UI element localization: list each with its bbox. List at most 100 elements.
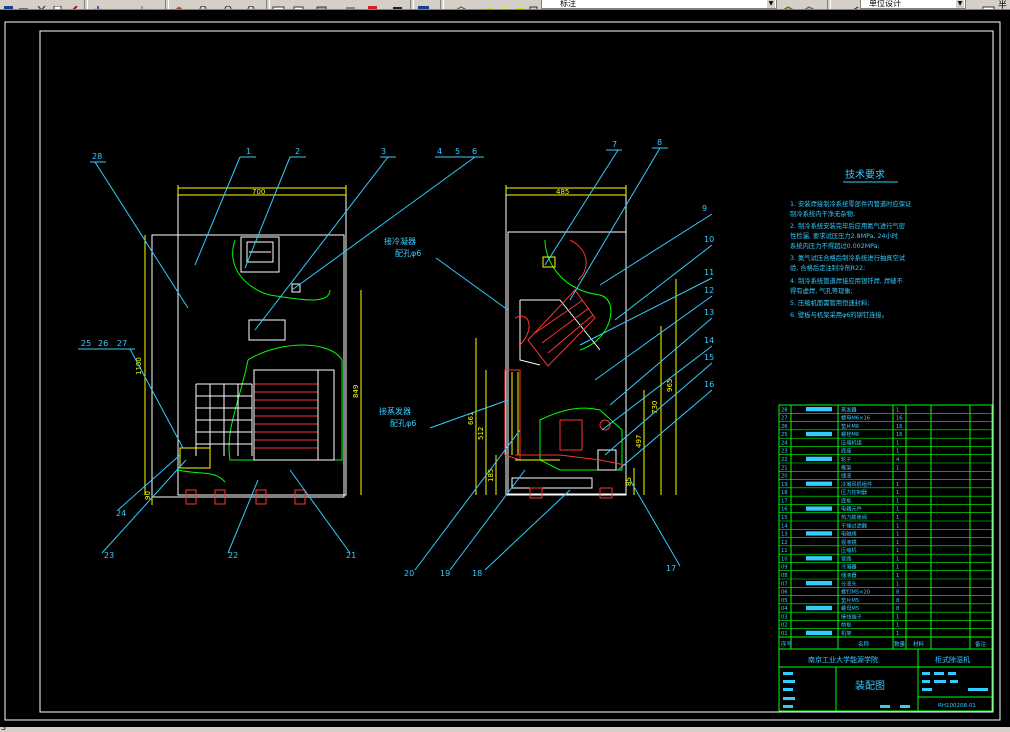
side-dim-85: 85: [625, 477, 633, 486]
zoom-window-icon[interactable]: [223, 0, 236, 9]
bom-cell-name: 电磁阀: [841, 530, 857, 538]
bom-cell-no: 20: [781, 474, 788, 480]
layer-combo[interactable]: 标注 ▼: [541, 0, 777, 9]
dim-style-icon[interactable]: [846, 0, 859, 9]
side-leader-16: 16: [704, 380, 714, 389]
bom-cell-marker: [806, 531, 832, 536]
tech-line-8: 4. 制冷系统管道焊接应用银钎焊, 焊缝不: [790, 276, 903, 285]
tech-line-1: 1. 安装焊接制冷系统零部件内管道时应保证: [790, 199, 912, 208]
side-label-condenser-sub: 配孔φ6: [395, 249, 421, 258]
table-style-icon[interactable]: [982, 0, 995, 9]
bom-cell-no: 06: [781, 590, 788, 596]
bom-cell-qty: 1: [896, 565, 899, 571]
bom-cell-marker: [806, 581, 832, 586]
front-dim-height-right: 849: [352, 385, 360, 398]
side-leader-7: 7: [612, 140, 617, 149]
bom-cell-qty: 1: [896, 623, 899, 629]
properties-icon[interactable]: [272, 0, 285, 9]
bom-cell-qty: 1: [896, 556, 899, 562]
tech-line-2: 制冷系统内干净无杂物;: [790, 209, 855, 218]
drawing-canvas[interactable]: 700 1100 849 90 1 2 3 4 5: [0, 10, 1010, 727]
bom-cell-no: 09: [781, 565, 788, 571]
calculator-icon[interactable]: [391, 0, 404, 9]
bom-cell-no: 24: [781, 440, 788, 446]
tech-line-5: 系统内压力不得超过0.002MPa;: [790, 241, 880, 250]
undo-icon[interactable]: [92, 0, 105, 9]
pan-icon[interactable]: [173, 0, 186, 9]
bom-table: 28 蒸发器 1 27 螺母M6×16 16 26 垫片M6 16 25 螺栓M6 16 24 压缩机组 1…: [778, 404, 993, 650]
match-properties-icon[interactable]: [67, 0, 80, 9]
front-leader-2: 2: [295, 147, 300, 156]
print-icon[interactable]: [17, 0, 30, 9]
bom-cell-qty: 8: [896, 598, 899, 604]
bom-cell-qty: 1: [896, 490, 899, 496]
chevron-down-icon[interactable]: ▼: [767, 0, 775, 8]
bom-cell-qty: 16: [896, 432, 903, 438]
bom-cell-name: 管路: [841, 554, 852, 562]
status-bar: 3: [0, 727, 1010, 732]
bom-cell-qty: 1: [896, 440, 899, 446]
tech-line-6: 3. 氮气试压合格后制冷系统进行抽真空试: [790, 253, 906, 262]
front-leader-1: 1: [246, 147, 251, 156]
bom-cell-name: 螺钉M5×20: [841, 588, 870, 596]
side-dim-185: 185: [487, 469, 495, 482]
bom-header-note: 备注: [975, 640, 987, 648]
tech-requirements: 技术要求 1. 安装焊接制冷系统零部件内管道时应保证 制冷系统内干净无杂物; 2…: [790, 168, 912, 319]
tech-line-4: 性检漏, 要求试压压力2.8MPa, 24小时: [790, 231, 899, 240]
layer-manager-icon[interactable]: [455, 0, 468, 9]
side-leader-12: 12: [704, 286, 714, 295]
bom-cell-no: 18: [781, 490, 788, 496]
copy-icon[interactable]: [52, 0, 65, 9]
side-dim-497: 497: [635, 435, 643, 448]
bom-header-name: 名称: [858, 640, 870, 648]
layer-combo-value: 标注: [560, 0, 576, 8]
style-combo[interactable]: 单位设计 ▼: [860, 0, 966, 9]
bom-cell-name: 热力膨胀阀: [841, 513, 867, 521]
bom-cell-qty: 1: [896, 523, 899, 529]
bom-cell-no: 07: [781, 581, 788, 587]
bom-cell-no: 02: [781, 623, 788, 629]
side-leader-14: 14: [704, 336, 714, 345]
title-product: 柜式除湿机: [935, 655, 970, 664]
bom-cell-no: 15: [781, 515, 788, 521]
bom-cell-no: 23: [781, 449, 788, 455]
bom-cell-marker: [806, 556, 832, 561]
cut-icon[interactable]: [35, 0, 48, 9]
help-icon[interactable]: [417, 0, 430, 9]
markup-icon[interactable]: [366, 0, 379, 9]
bom-cell-marker: [806, 481, 832, 486]
layer-freeze-icon[interactable]: [499, 0, 512, 9]
bom-cell-marker: [806, 407, 832, 412]
front-leader-3: 3: [381, 147, 386, 156]
sheet-set-icon[interactable]: [344, 0, 357, 9]
redo-icon[interactable]: [136, 0, 149, 9]
layer-lock-icon[interactable]: [514, 0, 527, 9]
zoom-realtime-icon[interactable]: [198, 0, 211, 9]
layer-previous-icon[interactable]: [803, 0, 816, 9]
front-leader-27: 27: [117, 339, 127, 348]
bom-cell-name: 接线端子: [841, 612, 862, 620]
bom-cell-no: 27: [781, 416, 788, 422]
side-leader-11: 11: [704, 268, 714, 277]
design-center-icon[interactable]: [292, 0, 305, 9]
layer-state-icon[interactable]: [484, 0, 497, 9]
front-leader-28: 28: [92, 152, 102, 161]
make-current-icon[interactable]: [782, 0, 795, 9]
layer-color-icon[interactable]: [527, 0, 540, 9]
side-leader-19: 19: [440, 569, 450, 578]
save-icon[interactable]: [2, 0, 15, 9]
bom-cell-qty: 1: [896, 498, 899, 504]
side-dim-width: 485: [556, 188, 569, 196]
bom-cell-no: 25: [781, 432, 788, 438]
bom-cell-name: 螺栓M6: [841, 430, 859, 438]
bom-header-material: 材料: [913, 640, 925, 648]
bom-cell-qty: 16: [896, 424, 903, 430]
title-school: 南京工业大学能源学院: [808, 655, 878, 664]
bom-cell-qty: 4: [896, 457, 900, 463]
bom-cell-qty: 1: [896, 631, 899, 637]
side-label-evaporator: 接蒸发器: [379, 406, 411, 416]
zoom-previous-icon[interactable]: [246, 0, 259, 9]
side-leader-17: 17: [666, 564, 676, 573]
chevron-down-icon[interactable]: ▼: [956, 0, 964, 8]
tool-palettes-icon[interactable]: [315, 0, 328, 9]
